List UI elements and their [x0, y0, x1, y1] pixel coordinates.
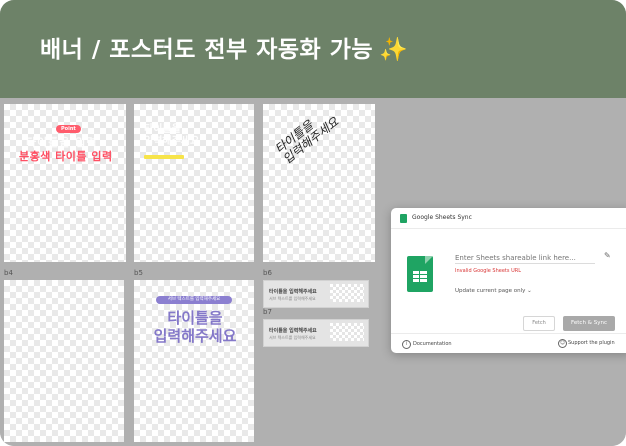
- update-mode-dropdown[interactable]: Update current page only ⌄: [455, 288, 532, 294]
- sparkle-icon: ✨: [379, 37, 409, 63]
- frame-yellow-title[interactable]: 타이틀을 입력해주세요: [134, 104, 254, 262]
- banner-title: 타이틀을 입력해주세요: [269, 289, 317, 295]
- banner-image-placeholder: [330, 284, 364, 302]
- banner-title: 타이틀을 입력해주세요: [269, 328, 317, 334]
- support-plugin-link[interactable]: Support the plugin: [568, 340, 615, 346]
- frame-ghost-text: 타이틀을 입력해주세요: [144, 124, 200, 147]
- frame-handwriting-text: 타이틀을 입력해주세요: [272, 114, 342, 167]
- sheets-url-input[interactable]: [455, 252, 595, 264]
- sheet-fold: [425, 256, 433, 264]
- header-title-text: 배너 / 포스터도 전부 자동화 가능: [40, 37, 374, 63]
- fetch-sync-button[interactable]: Fetch & Sync: [563, 316, 615, 331]
- plugin-title: Google Sheets Sync: [412, 214, 472, 221]
- documentation-link[interactable]: Documentation: [413, 341, 452, 347]
- banner-b7[interactable]: 타이틀을 입력해주세요 서브 텍스트를 입력해주세요: [263, 319, 369, 347]
- plugin-footer: i Documentation ☺ Support the plugin: [391, 333, 626, 353]
- frame-yellow-bar: [144, 155, 184, 159]
- plugin-header: Google Sheets Sync: [391, 208, 626, 229]
- frame-poster-title: 타이틀을 입력해주세요: [153, 309, 237, 345]
- frame-subtext-pill: 서브 텍스트를 입력해주세요: [156, 296, 232, 304]
- frame-pill-badge: Point: [56, 125, 81, 133]
- google-sheets-small-icon: [400, 214, 407, 223]
- banner-b6[interactable]: 타이틀을 입력해주세요 서브 텍스트를 입력해주세요: [263, 280, 369, 308]
- frame-pink-title[interactable]: Point 타이틀을 입력 분홍색 타이틀 입력: [4, 104, 126, 262]
- frame-label-b6: b6: [263, 269, 272, 277]
- google-sheets-sync-panel: Google Sheets Sync ✎ Invalid Google Shee…: [391, 208, 626, 353]
- banner-subtitle: 서브 텍스트를 입력해주세요: [269, 296, 316, 301]
- banner-image-placeholder: [330, 323, 364, 341]
- header-banner: 배너 / 포스터도 전부 자동화 가능 ✨: [0, 0, 626, 98]
- sheet-grid: [413, 271, 427, 282]
- edit-link-icon[interactable]: ✎: [604, 251, 613, 260]
- banner-subtitle: 서브 텍스트를 입력해주세요: [269, 335, 316, 340]
- frame-label-b7: b7: [263, 308, 272, 316]
- frame-label-b4: b4: [4, 269, 13, 277]
- frame-title-pink: 분홍색 타이틀 입력: [19, 150, 113, 163]
- frame-purple-poster[interactable]: 서브 텍스트를 입력해주세요 타이틀을 입력해주세요: [134, 280, 254, 442]
- main-card: 배너 / 포스터도 전부 자동화 가능 ✨ Point 타이틀을 입력 분홍색 타…: [0, 0, 626, 446]
- smile-icon[interactable]: ☺: [558, 339, 567, 348]
- frame-label-b5: b5: [134, 269, 143, 277]
- header-title: 배너 / 포스터도 전부 자동화 가능 ✨: [40, 30, 408, 64]
- fetch-button[interactable]: Fetch: [523, 316, 555, 331]
- info-icon[interactable]: i: [402, 340, 411, 349]
- frame-handwriting[interactable]: 타이틀을 입력해주세요: [263, 104, 375, 262]
- error-message: Invalid Google Sheets URL: [455, 268, 521, 274]
- google-sheets-icon: [407, 256, 433, 292]
- frame-empty[interactable]: [4, 280, 124, 442]
